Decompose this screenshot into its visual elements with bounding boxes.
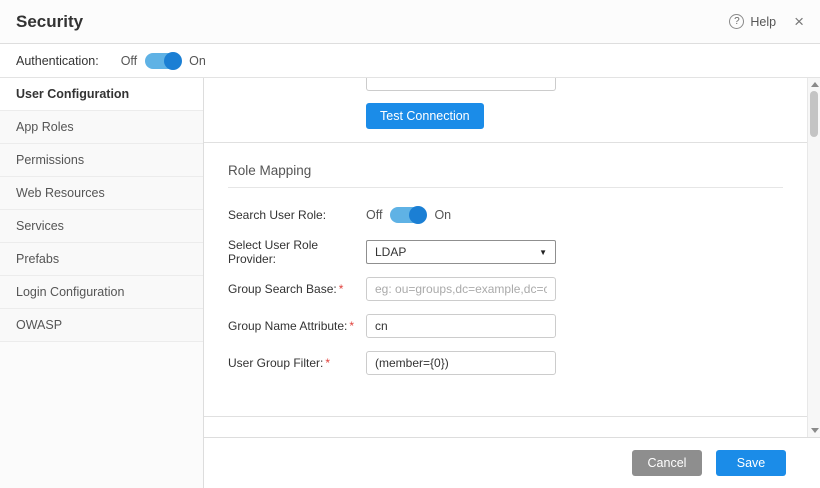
sidebar: User Configuration App Roles Permissions… [0,78,204,488]
sidebar-item-prefabs[interactable]: Prefabs [0,243,203,276]
vertical-scrollbar[interactable] [807,78,820,437]
user-group-filter-label: User Group Filter:* [228,356,366,370]
sidebar-item-permissions[interactable]: Permissions [0,144,203,177]
authentication-label: Authentication: [16,54,99,68]
role-mapping-title: Role Mapping [228,163,783,178]
user-group-filter-control [366,351,556,375]
close-icon[interactable]: × [794,13,804,30]
sidebar-item-owasp[interactable]: OWASP [0,309,203,342]
scrollable-form: Test Connection Role Mapping Search User… [204,78,820,437]
role-mapping-divider [228,187,783,188]
required-marker: * [325,356,330,370]
provider-select[interactable]: LDAP ▼ [366,240,556,264]
help-icon[interactable]: ? [729,14,744,29]
group-name-attribute-control [366,314,556,338]
main-area: User Configuration App Roles Permissions… [0,78,820,488]
provider-row: Select User Role Provider: LDAP ▼ [228,239,783,265]
connection-block: Test Connection [204,78,807,129]
group-search-base-control [366,277,556,301]
group-name-attribute-row: Group Name Attribute:* [228,313,783,339]
search-user-role-control: Off On [366,207,451,223]
content-panel: Test Connection Role Mapping Search User… [204,78,820,488]
sidebar-item-web-resources[interactable]: Web Resources [0,177,203,210]
label-text: User Group Filter: [228,356,323,370]
scroll-up-icon[interactable] [811,82,819,87]
user-group-filter-row: User Group Filter:* [228,350,783,376]
group-search-base-row: Group Search Base:* [228,276,783,302]
search-user-role-toggle[interactable] [390,207,426,223]
required-marker: * [339,282,344,296]
group-search-base-label: Group Search Base:* [228,282,366,296]
provider-selected-value: LDAP [375,245,406,259]
sidebar-item-login-configuration[interactable]: Login Configuration [0,276,203,309]
group-name-attribute-label: Group Name Attribute:* [228,319,366,333]
search-user-role-row: Search User Role: Off On [228,202,783,228]
save-button[interactable]: Save [716,450,786,476]
header-actions: ? Help × [729,13,804,30]
help-link[interactable]: Help [750,15,776,29]
section-separator [204,142,807,143]
sidebar-item-app-roles[interactable]: App Roles [0,111,203,144]
group-search-base-input[interactable] [366,277,556,301]
search-user-role-label: Search User Role: [228,208,366,222]
user-group-filter-input[interactable] [366,351,556,375]
toggle-knob [409,206,427,224]
sidebar-item-user-configuration[interactable]: User Configuration [0,78,203,111]
label-text: Group Name Attribute: [228,319,347,333]
provider-label: Select User Role Provider: [228,238,366,266]
authentication-toggle[interactable] [145,53,181,69]
test-connection-button[interactable]: Test Connection [366,103,484,129]
authentication-on-label: On [189,54,206,68]
authentication-row: Authentication: Off On [0,44,820,78]
scrollbar-thumb[interactable] [810,91,818,137]
form-footer: Cancel Save [204,437,820,488]
page-title: Security [16,12,83,32]
dialog-header: Security ? Help × [0,0,820,44]
search-user-role-off-label: Off [366,208,382,222]
sidebar-item-services[interactable]: Services [0,210,203,243]
clipped-input-field[interactable] [366,78,556,91]
provider-control: LDAP ▼ [366,240,556,264]
toggle-knob [164,52,182,70]
label-text: Group Search Base: [228,282,337,296]
scroll-down-icon[interactable] [811,428,819,433]
group-name-attribute-input[interactable] [366,314,556,338]
authentication-off-label: Off [121,54,137,68]
panel-bottom-border [204,416,807,417]
search-user-role-on-label: On [434,208,451,222]
chevron-down-icon: ▼ [539,248,547,257]
role-mapping-section: Role Mapping Search User Role: Off On Se… [204,163,807,376]
cancel-button[interactable]: Cancel [632,450,702,476]
required-marker: * [349,319,354,333]
